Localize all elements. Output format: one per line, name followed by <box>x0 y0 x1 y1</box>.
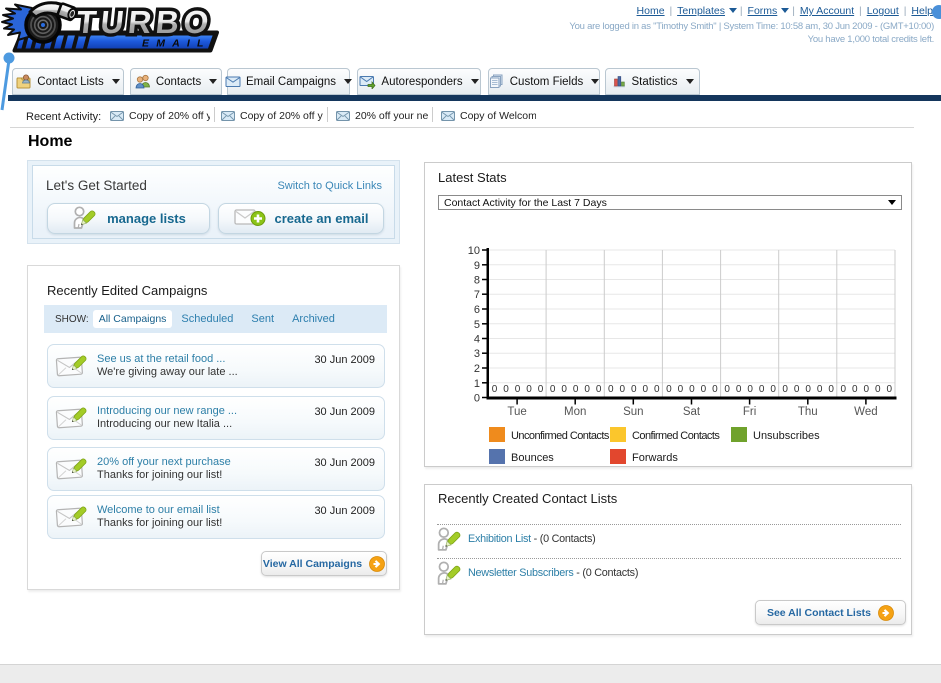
svg-text:0: 0 <box>550 384 556 395</box>
svg-text:9: 9 <box>474 260 480 272</box>
svg-text:0: 0 <box>828 384 834 395</box>
svg-text:0: 0 <box>864 384 870 395</box>
svg-text:0: 0 <box>841 384 847 395</box>
svg-text:Tue: Tue <box>507 406 526 418</box>
svg-text:Forwards: Forwards <box>632 452 678 464</box>
svg-text:10: 10 <box>468 245 480 257</box>
svg-text:0: 0 <box>643 384 649 395</box>
svg-text:0: 0 <box>805 384 811 395</box>
svg-text:Unsubscribes: Unsubscribes <box>753 430 820 442</box>
svg-text:0: 0 <box>712 384 718 395</box>
svg-text:3: 3 <box>474 348 480 360</box>
svg-text:0: 0 <box>887 384 893 395</box>
svg-text:TURBO: TURBO <box>75 4 215 40</box>
svg-text:8: 8 <box>474 275 480 287</box>
svg-text:6: 6 <box>474 304 480 316</box>
svg-text:0: 0 <box>736 384 742 395</box>
svg-text:0: 0 <box>678 384 684 395</box>
svg-text:4: 4 <box>474 334 480 346</box>
svg-text:Unconfirmed Contacts: Unconfirmed Contacts <box>511 430 610 442</box>
svg-text:Sat: Sat <box>683 406 701 418</box>
svg-text:2: 2 <box>474 363 480 375</box>
svg-text:Confirmed Contacts: Confirmed Contacts <box>632 430 720 442</box>
svg-text:0: 0 <box>538 384 544 395</box>
svg-text:Fri: Fri <box>743 406 756 418</box>
svg-text:0: 0 <box>503 384 509 395</box>
svg-text:5: 5 <box>474 319 480 331</box>
svg-text:1: 1 <box>474 378 480 390</box>
svg-text:0: 0 <box>875 384 881 395</box>
svg-text:0: 0 <box>654 384 660 395</box>
svg-text:0: 0 <box>573 384 579 395</box>
svg-text:Sun: Sun <box>623 406 643 418</box>
svg-text:Mon: Mon <box>564 406 586 418</box>
svg-text:0: 0 <box>608 384 614 395</box>
svg-text:0: 0 <box>620 384 626 395</box>
svg-text:0: 0 <box>666 384 672 395</box>
svg-text:0: 0 <box>492 384 498 395</box>
svg-text:0: 0 <box>515 384 521 395</box>
svg-text:0: 0 <box>770 384 776 395</box>
svg-text:0: 0 <box>794 384 800 395</box>
svg-text:0: 0 <box>759 384 765 395</box>
svg-text:0: 0 <box>782 384 788 395</box>
svg-text:0: 0 <box>852 384 858 395</box>
svg-text:0: 0 <box>817 384 823 395</box>
svg-text:Thu: Thu <box>798 406 818 418</box>
svg-text:Bounces: Bounces <box>511 452 554 464</box>
svg-text:0: 0 <box>701 384 707 395</box>
svg-text:0: 0 <box>596 384 602 395</box>
svg-text:0: 0 <box>526 384 532 395</box>
svg-text:0: 0 <box>584 384 590 395</box>
svg-text:7: 7 <box>474 289 480 301</box>
svg-text:Wed: Wed <box>854 406 877 418</box>
svg-text:0: 0 <box>747 384 753 395</box>
svg-text:0: 0 <box>724 384 730 395</box>
svg-text:0: 0 <box>631 384 637 395</box>
svg-text:0: 0 <box>561 384 567 395</box>
svg-text:0: 0 <box>689 384 695 395</box>
svg-text:0: 0 <box>474 393 480 405</box>
